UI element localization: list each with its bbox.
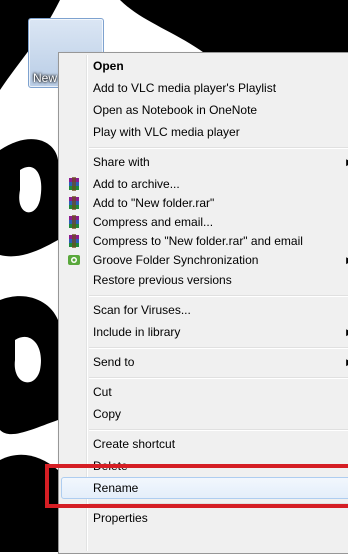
menu-item-open[interactable]: Open	[61, 55, 348, 77]
menu-item-label: Copy	[93, 407, 122, 421]
menu-item-label: Create shortcut	[93, 437, 176, 451]
menu-separator	[89, 295, 348, 297]
menu-item-label: Restore previous versions	[93, 273, 232, 287]
menu-item-create-shortcut[interactable]: Create shortcut	[61, 433, 348, 455]
menu-item-label: Include in library	[93, 325, 181, 339]
winrar-icon	[69, 215, 79, 229]
menu-separator	[89, 347, 348, 349]
menu-item-label: Send to	[93, 355, 135, 369]
winrar-icon	[69, 196, 79, 210]
menu-item-scan-for-viruses[interactable]: Scan for Viruses...	[61, 299, 348, 321]
menu-item-label: Play with VLC media player	[93, 125, 240, 139]
menu-separator	[89, 377, 348, 379]
menu-item-label: Add to VLC media player's Playlist	[93, 81, 277, 95]
menu-item-label: Open	[93, 59, 124, 73]
menu-item-label: Scan for Viruses...	[93, 303, 191, 317]
menu-item-cut[interactable]: Cut	[61, 381, 348, 403]
winrar-icon	[69, 177, 79, 191]
desktop-icon-label: New	[33, 71, 58, 85]
menu-item-play-with-vlc[interactable]: Play with VLC media player	[61, 121, 348, 143]
menu-item-open-as-onenote[interactable]: Open as Notebook in OneNote	[61, 99, 348, 121]
menu-item-restore-previous-versions[interactable]: Restore previous versions	[61, 269, 348, 291]
menu-item-include-in-library[interactable]: Include in library ▶	[61, 321, 348, 343]
menu-item-groove-folder-sync[interactable]: Groove Folder Synchronization ▶	[61, 249, 348, 271]
groove-icon	[68, 255, 80, 265]
menu-item-label: Properties	[93, 511, 148, 525]
menu-item-send-to[interactable]: Send to ▶	[61, 351, 348, 373]
menu-item-share-with[interactable]: Share with ▶	[61, 151, 348, 173]
menu-separator	[89, 429, 348, 431]
menu-item-label: Cut	[93, 385, 112, 399]
highlight-box	[45, 464, 348, 508]
menu-separator	[89, 147, 348, 149]
menu-item-label: Share with	[93, 155, 150, 169]
menu-item-properties[interactable]: Properties	[61, 507, 348, 529]
menu-item-label: Open as Notebook in OneNote	[93, 103, 258, 117]
menu-item-add-to-vlc-playlist[interactable]: Add to VLC media player's Playlist	[61, 77, 348, 99]
menu-item-label: Groove Folder Synchronization	[93, 253, 259, 267]
winrar-icon	[69, 234, 79, 248]
menu-item-copy[interactable]: Copy	[61, 403, 348, 425]
